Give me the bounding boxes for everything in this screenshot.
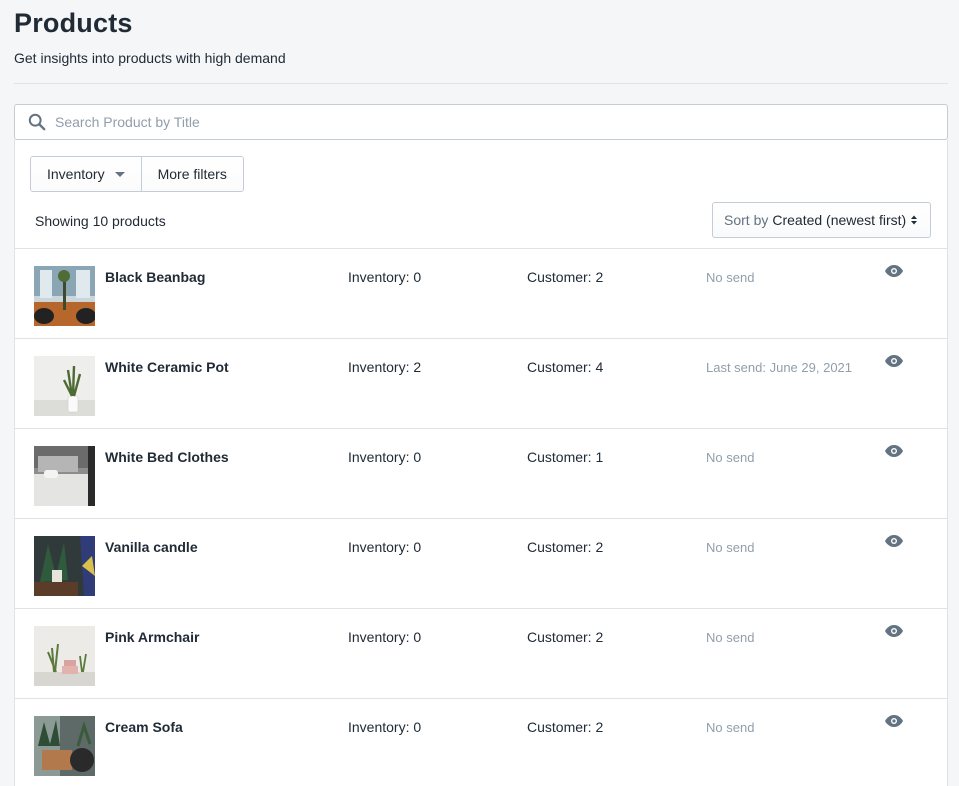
- search-input[interactable]: [55, 107, 915, 137]
- eye-icon[interactable]: [885, 535, 903, 547]
- product-send-status: No send: [706, 540, 755, 555]
- page-subtitle: Get insights into products with high dem…: [14, 50, 286, 66]
- product-thumbnail: [34, 446, 95, 506]
- product-inventory: Inventory: 2: [348, 359, 422, 375]
- eye-icon[interactable]: [885, 715, 903, 727]
- product-send-status: No send: [706, 450, 755, 465]
- header-divider: [14, 83, 948, 84]
- inventory-filter-label: Inventory: [47, 166, 105, 182]
- product-inventory: Inventory: 0: [348, 719, 422, 735]
- product-inventory: Inventory: 0: [348, 629, 422, 645]
- eye-icon[interactable]: [885, 355, 903, 367]
- product-row[interactable]: Black Beanbag Inventory: 0 Customer: 2 N…: [15, 248, 947, 338]
- product-customer: Customer: 1: [527, 449, 604, 465]
- product-name[interactable]: White Ceramic Pot: [105, 359, 229, 375]
- select-arrows-icon: [911, 215, 917, 225]
- eye-icon[interactable]: [885, 445, 903, 457]
- more-filters-button[interactable]: More filters: [140, 157, 243, 191]
- product-send-status: No send: [706, 630, 755, 645]
- product-thumbnail: [34, 536, 95, 596]
- product-inventory: Inventory: 0: [348, 539, 422, 555]
- search-icon: [27, 112, 47, 132]
- product-name[interactable]: Pink Armchair: [105, 629, 199, 645]
- filter-group: Inventory More filters: [30, 156, 244, 192]
- product-send-status: Last send: June 29, 2021: [706, 360, 853, 375]
- product-name[interactable]: White Bed Clothes: [105, 449, 229, 465]
- product-row[interactable]: Cream Sofa Inventory: 0 Customer: 2 No s…: [15, 698, 947, 786]
- caret-down-icon: [114, 171, 125, 177]
- product-customer: Customer: 2: [527, 719, 604, 735]
- sort-label: Sort by: [724, 212, 769, 228]
- products-card: Inventory More filters Showing 10 produc…: [14, 140, 948, 786]
- product-row[interactable]: Vanilla candle Inventory: 0 Customer: 2 …: [15, 518, 947, 608]
- eye-icon[interactable]: [885, 265, 903, 277]
- product-send-status: No send: [706, 270, 755, 285]
- products-page: Products Get insights into products with…: [0, 0, 959, 786]
- product-customer: Customer: 2: [527, 629, 604, 645]
- product-inventory: Inventory: 0: [348, 449, 422, 465]
- product-thumbnail: [34, 266, 95, 326]
- product-customer: Customer: 4: [527, 359, 604, 375]
- inventory-filter-button[interactable]: Inventory: [31, 157, 141, 191]
- product-name[interactable]: Black Beanbag: [105, 269, 205, 285]
- product-name[interactable]: Cream Sofa: [105, 719, 183, 735]
- product-row[interactable]: White Ceramic Pot Inventory: 2 Customer:…: [15, 338, 947, 428]
- product-row[interactable]: Pink Armchair Inventory: 0 Customer: 2 N…: [15, 608, 947, 698]
- product-thumbnail: [34, 356, 95, 416]
- product-list: Black Beanbag Inventory: 0 Customer: 2 N…: [15, 248, 947, 786]
- results-count: Showing 10 products: [35, 213, 166, 229]
- product-inventory: Inventory: 0: [348, 269, 422, 285]
- sort-value: Created (newest first): [772, 212, 907, 228]
- product-customer: Customer: 2: [527, 539, 604, 555]
- product-thumbnail: [34, 626, 95, 686]
- product-customer: Customer: 2: [527, 269, 604, 285]
- sort-select[interactable]: Sort by Created (newest first): [712, 202, 931, 238]
- product-name[interactable]: Vanilla candle: [105, 539, 198, 555]
- product-thumbnail: [34, 716, 95, 776]
- search-bar[interactable]: [14, 104, 948, 140]
- product-send-status: No send: [706, 720, 755, 735]
- eye-icon[interactable]: [885, 625, 903, 637]
- product-row[interactable]: White Bed Clothes Inventory: 0 Customer:…: [15, 428, 947, 518]
- page-title: Products: [14, 8, 133, 38]
